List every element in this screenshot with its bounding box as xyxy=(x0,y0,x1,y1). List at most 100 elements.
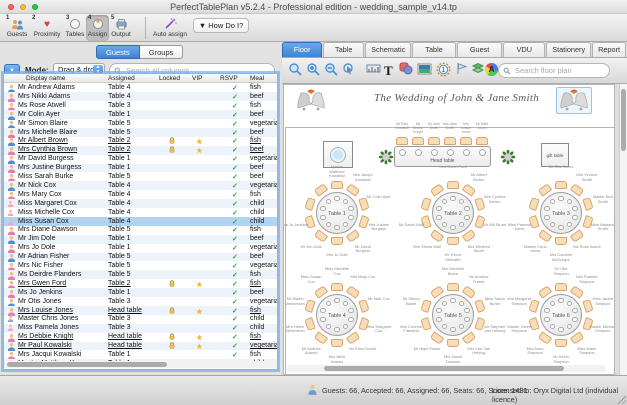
flower-arrangement-icon[interactable] xyxy=(378,149,394,165)
toolbar-button-guests[interactable]: 1 Guests xyxy=(4,15,30,41)
chair[interactable] xyxy=(555,283,567,291)
guest-row[interactable]: Mr Colin Ayer Table 1 ✓ beef xyxy=(4,110,277,120)
guest-row[interactable]: Mrs Diane Dawson Table 5 ✓ fish xyxy=(4,226,277,236)
tab-report[interactable]: Report xyxy=(592,42,626,57)
wedding-bells-icon-selected[interactable] xyxy=(556,87,592,114)
seat[interactable] xyxy=(398,149,406,156)
guest-row[interactable]: Master Chris Jones Table 3 ✓ child xyxy=(4,315,277,324)
chair[interactable] xyxy=(447,181,459,189)
seat[interactable] xyxy=(464,205,470,212)
seat[interactable] xyxy=(464,214,470,221)
chair[interactable] xyxy=(444,137,456,145)
seat[interactable] xyxy=(558,195,564,202)
seat[interactable] xyxy=(450,224,456,231)
seat[interactable] xyxy=(572,316,578,323)
guest-row[interactable]: Mr Simon Blaire Table 5 ✓ vegetarian xyxy=(4,119,277,129)
seat[interactable] xyxy=(446,149,454,156)
guest-row[interactable]: Ms Debbie Knight Head table ★ ✓ fish xyxy=(4,333,277,343)
seat[interactable] xyxy=(558,224,564,231)
seat[interactable] xyxy=(464,316,470,323)
seat[interactable] xyxy=(348,307,354,314)
tab-schematic[interactable]: Schematic xyxy=(365,42,412,57)
chair[interactable] xyxy=(447,283,459,291)
guest-row[interactable]: Mrs Nic Fisher Table 5 ✓ vegetarian xyxy=(4,262,277,271)
guest-row[interactable]: Mr Nick Cox Table 4 ✓ vegetarian xyxy=(4,181,277,191)
guest-row[interactable]: Miss Pamela Jones Table 3 ✓ child xyxy=(4,323,277,333)
seat[interactable] xyxy=(348,316,354,323)
guest-row[interactable]: Mrs Gwen Ford Table 2 ★ ✓ fish xyxy=(4,279,277,289)
zoom-out-icon[interactable] xyxy=(324,62,340,78)
guest-row[interactable]: Mrs Jacqui Kowalski Table 1 ✓ fish xyxy=(4,351,277,360)
tab-stationery[interactable]: Stationery xyxy=(546,42,592,57)
chair[interactable] xyxy=(331,181,343,189)
toolbar-button-assign[interactable]: 4 Assign xyxy=(86,15,109,41)
tab-floor-plan[interactable]: Floor Plan xyxy=(282,42,323,68)
zoom-in-icon[interactable] xyxy=(306,62,322,78)
seat[interactable] xyxy=(334,224,340,231)
guest-table-hscrollbar[interactable] xyxy=(5,361,277,368)
seat[interactable] xyxy=(558,326,564,333)
floorplan-hscrollbar[interactable] xyxy=(286,365,606,372)
zoom-icon[interactable] xyxy=(288,62,304,78)
seat[interactable] xyxy=(544,316,550,323)
toolbar-button-output[interactable]: 5 Output xyxy=(109,15,133,41)
ruler-icon[interactable] xyxy=(366,62,382,78)
text-icon[interactable]: T xyxy=(384,62,400,78)
seat[interactable] xyxy=(436,214,442,221)
guest-row[interactable]: Mr David Burgess Table 1 ✓ vegetarian xyxy=(4,155,277,165)
guest-row[interactable]: Mr Otis Jones Table 3 ✓ vegetarian xyxy=(4,297,277,307)
tab-table-chart[interactable]: Table Chart xyxy=(412,42,456,68)
floorplan-search-field[interactable] xyxy=(498,63,610,78)
seat[interactable] xyxy=(572,307,578,314)
chair[interactable] xyxy=(331,283,343,291)
floorplan-canvas[interactable]: The Wedding of John & Jane Smith gift ta… xyxy=(283,84,615,375)
how-do-i-button[interactable]: ▼ How Do I? xyxy=(193,18,249,33)
guest-row[interactable]: Mrs Louise Jones Head table ★ ✓ fish xyxy=(4,306,277,316)
chair[interactable] xyxy=(555,237,567,245)
chair[interactable] xyxy=(396,137,408,145)
seat[interactable] xyxy=(436,316,442,323)
seat[interactable] xyxy=(320,214,326,221)
seat[interactable] xyxy=(320,316,326,323)
guest-row[interactable]: Mrs Mary Cox Table 4 ✓ fish xyxy=(4,190,277,200)
tab-table-plan[interactable]: Table Plan xyxy=(323,42,365,68)
guest-table-header[interactable]: Display name Assigned Locked VIP RSVP Me… xyxy=(4,74,277,83)
flower-arrangement-icon[interactable] xyxy=(500,149,516,165)
seat[interactable] xyxy=(348,214,354,221)
guest-row[interactable]: Ms Rose Atwell Table 3 ✓ fish xyxy=(4,101,277,111)
guest-row[interactable]: Mrs Justine Burgess Table 1 ✓ beef xyxy=(4,163,277,174)
guest-row[interactable]: Ms Deirdre Flanders Table 5 ✓ fish xyxy=(4,270,277,280)
guest-row[interactable]: Miss Margaret Cox Table 4 ✓ child xyxy=(4,199,277,209)
guest-row[interactable]: Miss Susan Cox Table 4 ✓ child xyxy=(4,217,277,226)
auto-assign-button[interactable]: Auto assign xyxy=(150,15,190,41)
seat[interactable] xyxy=(572,205,578,212)
guest-row[interactable]: Miss Sarah Burke Table 5 ✓ beef xyxy=(4,173,277,182)
zoom-select-icon[interactable] xyxy=(342,62,358,78)
guest-row[interactable]: Miss Michelle Cox Table 4 ✓ child xyxy=(4,208,277,217)
image-icon[interactable] xyxy=(417,62,433,78)
seat[interactable] xyxy=(334,326,340,333)
guest-row[interactable]: Mrs Jo Dole Table 1 ✓ vegetarian xyxy=(4,244,277,254)
seat[interactable] xyxy=(334,297,340,304)
guest-row[interactable]: Mr Paul KowalskiHead table★✓vegetarian xyxy=(4,341,277,352)
guest-row[interactable]: Mrs Nikki Adams Table 4 ✓ beef xyxy=(4,92,277,102)
scroll-thumb[interactable] xyxy=(324,366,564,371)
floorplan-vscrollbar[interactable] xyxy=(619,84,627,375)
guest-row[interactable]: Ms Jo Jenkins Table 1 ✓ beef xyxy=(4,288,277,298)
seat[interactable] xyxy=(414,149,422,156)
seat[interactable] xyxy=(544,214,550,221)
chair[interactable] xyxy=(412,137,424,145)
tab-groups[interactable]: Groups xyxy=(139,45,184,59)
guest-row[interactable]: Mr Albert Brown Table 2 ★ ✓ fish xyxy=(4,137,277,147)
floorplan-search-input[interactable] xyxy=(515,65,605,76)
guest-row[interactable]: Mr Andrew Adams Table 4 ✓ fish xyxy=(4,84,277,93)
seat[interactable] xyxy=(334,195,340,202)
chair[interactable] xyxy=(555,339,567,347)
seat[interactable] xyxy=(558,297,564,304)
chair[interactable] xyxy=(555,181,567,189)
wedding-bells-icon[interactable] xyxy=(294,88,330,115)
chair[interactable] xyxy=(460,137,472,145)
chair[interactable] xyxy=(331,237,343,245)
seat[interactable] xyxy=(450,297,456,304)
tab-vdu-chart[interactable]: VDU Chart xyxy=(503,42,546,68)
